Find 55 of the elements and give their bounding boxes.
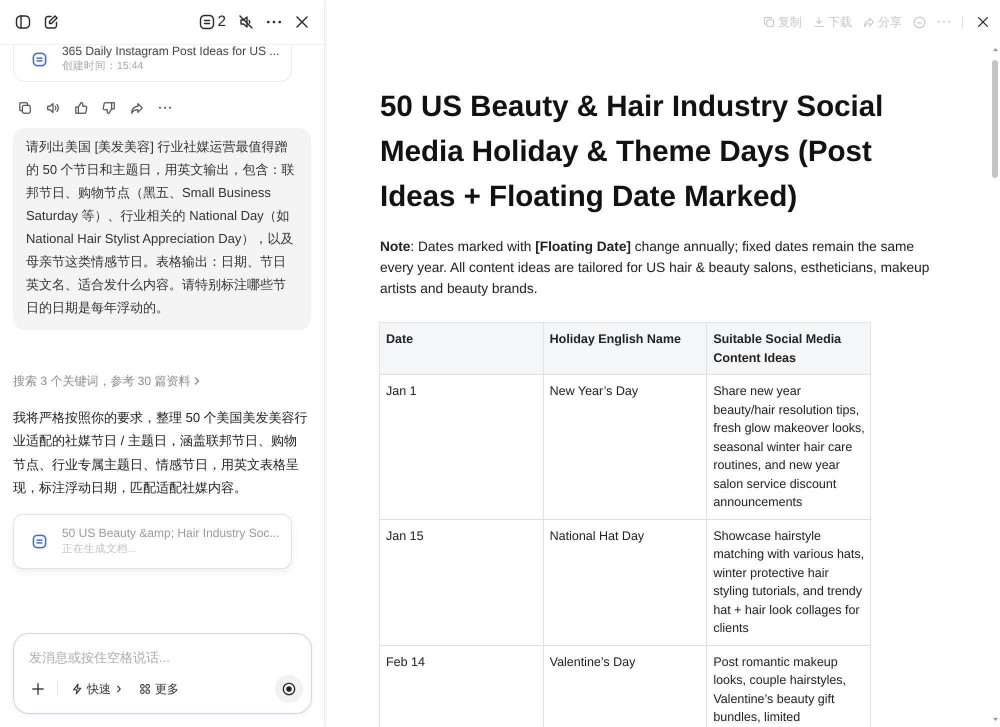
documents-button[interactable]: 2 — [194, 10, 230, 34]
search-summary-link[interactable]: 搜索 3 个关键词，参考 30 篇资料 — [13, 372, 202, 390]
column-header: Suitable Social Media Content Ideas — [706, 322, 870, 374]
close-button[interactable] — [976, 15, 990, 29]
share-icon — [130, 101, 144, 115]
document-title: 365 Daily Instagram Post Ideas for US ... — [62, 45, 280, 58]
lightning-icon — [71, 683, 83, 695]
user-message: 请列出美国 [美发美容] 行业社媒运营最值得蹭的 50 个节日和主题日，用英文输出，包含：联邦节日、购物节点（黑五、Small Business Saturday 等）、行业相关的 National Day（如 National Hair Stylist Appreciation Day），以及母亲节这类情感节日。表格输出：日期、节日英文名、适合发什么内容。请特别标注哪些节日的日期是每年浮动的。 — [13, 128, 311, 330]
document-card[interactable]: 50 US Beauty &amp; Hair Industry Soc... 正在生成文档... — [13, 514, 292, 570]
note-paragraph: Note: Dates marked with [Floating Date] change annually; fixed dates remain the same every year. All content ideas are tailored for US hair & beauty salons, estheticians, makeup artists and beauty brands. — [380, 238, 930, 298]
stop-button[interactable] — [275, 675, 303, 703]
grid-icon — [139, 683, 151, 695]
document-card[interactable]: 365 Daily Instagram Post Ideas for US ... 创建时间：15:44 — [13, 45, 292, 82]
stop-icon — [282, 682, 296, 696]
table-cell: Jan 15 — [380, 519, 544, 645]
table-cell: Share new year beauty/hair resolution tips, fresh glow makeover looks, seasonal winter hair care routines, and new year salon service discount announcements — [706, 374, 870, 519]
plus-icon — [31, 682, 45, 696]
scroll-up-arrow-icon[interactable] — [992, 47, 998, 52]
speed-mode-button[interactable]: 快速 — [69, 677, 125, 701]
scrollbar-thumb[interactable] — [992, 60, 998, 178]
scroll-down-arrow-icon[interactable] — [992, 717, 998, 722]
document-icon — [198, 14, 215, 30]
document-title: 50 US Beauty & Hair Industry Social Media Holiday & Theme Days (Post Ideas + Floating Date Marked) — [380, 89, 884, 215]
close-icon — [976, 15, 990, 29]
speaker-muted-icon — [238, 14, 254, 30]
assistant-message: 我将严格按照你的要求，整理 50 个美国美发美容行业适配的社媒节日 / 主题日，涵盖联邦节日、购物节点、行业专属主题日、情感节日，用英文表格呈现，标注浮动日期，匹配适配社媒内容。 — [13, 409, 309, 497]
table-cell: National Hat Day — [543, 519, 707, 645]
download-icon — [813, 16, 825, 28]
chevron-right-icon — [115, 685, 123, 693]
more-tools-button[interactable]: 更多 — [137, 677, 181, 701]
table-cell: Showcase hairstyle matching with various hats, winter protective hair styling tutorials, and trendy hat + hair look collages for clients — [706, 519, 870, 645]
table-cell: Jan 1 — [380, 374, 544, 519]
copy-icon — [763, 16, 775, 28]
speaker-icon — [46, 101, 60, 115]
more-icon — [266, 20, 282, 24]
close-icon — [294, 14, 310, 30]
thumbs-down-icon — [102, 101, 116, 115]
document-title: 50 US Beauty &amp; Hair Industry Soc... — [62, 526, 280, 542]
copy-icon — [18, 101, 32, 115]
document-created-time: 创建时间：15:44 — [62, 59, 144, 74]
more-icon — [158, 106, 172, 110]
column-header: Date — [380, 322, 544, 374]
edit-icon — [43, 14, 59, 30]
document-icon — [32, 534, 47, 550]
share-icon — [863, 16, 875, 28]
table-cell: New Year’s Day — [543, 374, 707, 519]
document-icon — [32, 52, 47, 67]
minus-circle-icon — [913, 16, 926, 28]
document-status: 正在生成文档... — [62, 542, 137, 558]
table-cell: Feb 14 — [380, 645, 544, 726]
thumbs-up-icon — [74, 101, 88, 115]
more-icon — [937, 20, 951, 24]
message-input[interactable]: 发消息或按住空格说话... — [29, 646, 303, 668]
sidebar-icon — [15, 14, 31, 30]
column-header: Holiday English Name — [543, 322, 707, 374]
